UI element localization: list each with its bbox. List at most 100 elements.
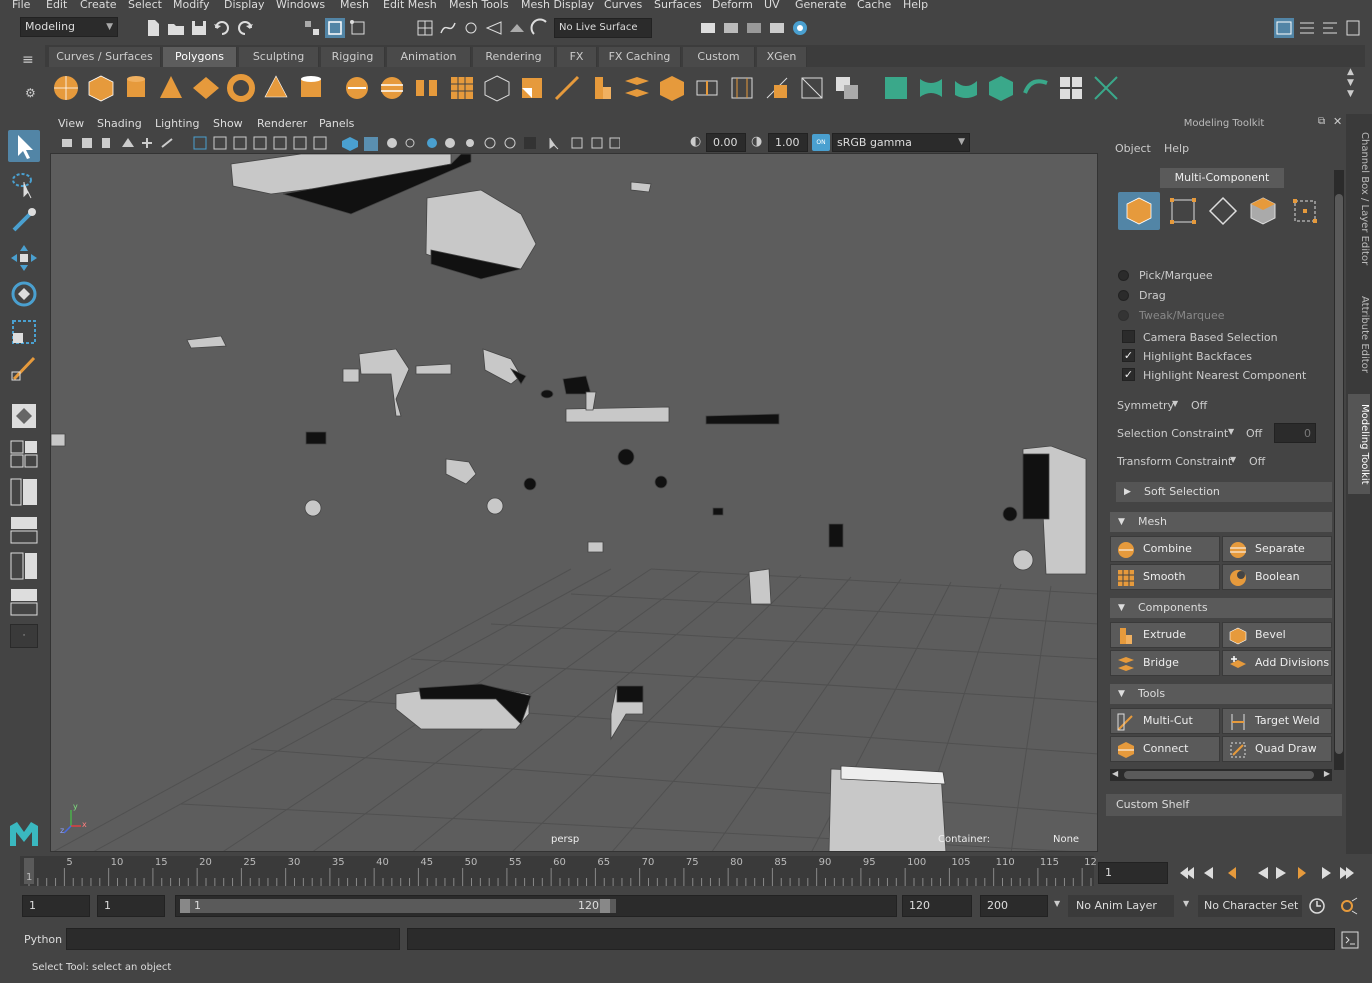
- soft-selection-header[interactable]: ▶ Soft Selection: [1116, 482, 1332, 502]
- quad-draw-button[interactable]: Quad Draw: [1222, 736, 1332, 762]
- color-management-toggle-icon[interactable]: ON: [812, 134, 830, 151]
- make-live-icon[interactable]: [530, 18, 550, 38]
- toolkit-menu-help[interactable]: Help: [1164, 142, 1189, 155]
- show-attribute-editor-icon[interactable]: [1297, 18, 1317, 38]
- offset-edge-loop-icon[interactable]: [727, 73, 757, 103]
- highlight-backfaces-checkbox[interactable]: ✓: [1122, 349, 1135, 362]
- object-mode-icon[interactable]: [1118, 192, 1160, 230]
- smooth-button[interactable]: Smooth: [1110, 564, 1220, 590]
- color-space-menu[interactable]: sRGB gamma ▼: [832, 133, 970, 152]
- menu-modify[interactable]: Modify: [173, 0, 209, 11]
- show-channel-box-icon[interactable]: [1343, 18, 1363, 38]
- auto-key-icon[interactable]: [1308, 897, 1326, 915]
- graph-layout-icon[interactable]: [8, 586, 40, 618]
- toolkit-menu-object[interactable]: Object: [1115, 142, 1151, 155]
- layout-workspace-icon[interactable]: [1274, 18, 1294, 38]
- horizontal-scrollbar[interactable]: ◀ ▶: [1110, 769, 1332, 781]
- script-language-label[interactable]: Python: [24, 933, 62, 946]
- vp-menu-renderer[interactable]: Renderer: [257, 117, 307, 130]
- command-input[interactable]: [66, 928, 400, 950]
- paint-select-tool-icon[interactable]: [8, 204, 40, 236]
- menu-mesh-display[interactable]: Mesh Display: [521, 0, 594, 11]
- camera-based-checkbox[interactable]: [1122, 330, 1135, 343]
- uv-unfold-icon[interactable]: [1021, 73, 1051, 103]
- poly-cube-icon[interactable]: [86, 73, 116, 103]
- shelf-menu-icon[interactable]: ≡: [22, 52, 40, 68]
- playback-controls[interactable]: [1174, 862, 1364, 884]
- move-tool-icon[interactable]: [8, 242, 40, 274]
- exposure-field[interactable]: 0.00: [706, 133, 746, 152]
- workspace-menu[interactable]: Modeling ▼: [20, 17, 118, 37]
- poly-pipe-icon[interactable]: [296, 73, 326, 103]
- poly-cylinder-icon[interactable]: [121, 73, 151, 103]
- poly-pyramid-icon[interactable]: [261, 73, 291, 103]
- menu-curves[interactable]: Curves: [604, 0, 642, 11]
- range-end-handle[interactable]: [600, 899, 610, 913]
- new-scene-icon[interactable]: [143, 18, 163, 38]
- uv-editor-icon[interactable]: [1056, 73, 1086, 103]
- uv-cut-sew-icon[interactable]: [1091, 73, 1121, 103]
- smooth-icon[interactable]: [447, 73, 477, 103]
- add-divisions-button[interactable]: Add Divisions: [1222, 650, 1332, 676]
- ipr-render-icon[interactable]: [721, 18, 741, 38]
- render-frame-icon[interactable]: [698, 18, 718, 38]
- uv-planar-icon[interactable]: [881, 73, 911, 103]
- show-tool-settings-icon[interactable]: [1320, 18, 1340, 38]
- playback-end-field[interactable]: 120: [902, 895, 972, 917]
- insert-edge-loop-icon[interactable]: [692, 73, 722, 103]
- combine-button[interactable]: Combine: [1110, 536, 1220, 562]
- current-frame-field[interactable]: 1: [1098, 862, 1168, 884]
- average-vertices-icon[interactable]: [482, 73, 512, 103]
- tab-polygons[interactable]: Polygons: [163, 47, 237, 67]
- tab-modeling-toolkit[interactable]: Modeling Toolkit: [1348, 394, 1370, 494]
- tab-animation[interactable]: Animation: [387, 47, 471, 67]
- menu-create[interactable]: Create: [80, 0, 117, 11]
- persp-graph-layout-icon[interactable]: [8, 514, 40, 546]
- snap-curve-icon[interactable]: [438, 18, 458, 38]
- extract-icon[interactable]: [412, 73, 442, 103]
- vp-menu-panels[interactable]: Panels: [319, 117, 354, 130]
- extrude-button[interactable]: Extrude: [1110, 622, 1220, 648]
- vertical-scrollbar-thumb[interactable]: [1335, 194, 1343, 754]
- layout-menu-dot-icon[interactable]: ·: [10, 624, 38, 648]
- chevron-down-icon[interactable]: ▼: [1183, 899, 1189, 908]
- menu-edit-mesh[interactable]: Edit Mesh: [383, 0, 437, 11]
- collapse-icon[interactable]: [797, 73, 827, 103]
- chevron-down-icon[interactable]: ▼: [1054, 899, 1060, 908]
- chevron-down-icon[interactable]: ▼: [1230, 455, 1236, 464]
- float-panel-icon[interactable]: ⧉: [1318, 116, 1325, 127]
- script-editor-icon[interactable]: [1340, 930, 1360, 950]
- merge-icon[interactable]: [762, 73, 792, 103]
- range-slider-bar-fill[interactable]: [180, 899, 616, 913]
- hypershade-icon[interactable]: [790, 18, 810, 38]
- components-section-header[interactable]: ▼ Components: [1110, 598, 1332, 618]
- hypershade-layout-icon[interactable]: [8, 550, 40, 582]
- chevron-down-icon[interactable]: ▼: [1228, 427, 1234, 436]
- edge-mode-icon[interactable]: [1204, 192, 1242, 230]
- scale-tool-icon[interactable]: [8, 316, 40, 348]
- ipr-icon[interactable]: [744, 18, 764, 38]
- render-settings-icon[interactable]: [767, 18, 787, 38]
- shelf-scroll-arrows-icon[interactable]: ▲ ▼ ▼: [1347, 67, 1354, 100]
- boolean-button[interactable]: Boolean: [1222, 564, 1332, 590]
- pick-marquee-radio[interactable]: [1118, 270, 1129, 281]
- snap-surface-icon[interactable]: [507, 18, 527, 38]
- viewport-panel-icons[interactable]: [58, 135, 418, 151]
- uv-spherical-icon[interactable]: [951, 73, 981, 103]
- bevel-icon[interactable]: [517, 73, 547, 103]
- scroll-left-icon[interactable]: ◀: [1112, 769, 1118, 778]
- target-weld-button[interactable]: Target Weld: [1222, 708, 1332, 734]
- poly-plane-icon[interactable]: [191, 73, 221, 103]
- tab-rendering[interactable]: Rendering: [473, 47, 555, 67]
- undo-icon[interactable]: [212, 18, 232, 38]
- range-start-handle[interactable]: [180, 899, 190, 913]
- gamma-icon[interactable]: ◑: [751, 134, 762, 149]
- menu-mesh-tools[interactable]: Mesh Tools: [449, 0, 509, 11]
- multi-cut-icon[interactable]: [552, 73, 582, 103]
- single-perspective-layout-icon[interactable]: [8, 400, 40, 432]
- uv-cylindrical-icon[interactable]: [916, 73, 946, 103]
- tab-curves-surfaces[interactable]: Curves / Surfaces: [49, 47, 161, 67]
- bridge-button[interactable]: Bridge: [1110, 650, 1220, 676]
- select-hierarchy-icon[interactable]: [302, 18, 322, 38]
- menu-file[interactable]: File: [12, 0, 30, 11]
